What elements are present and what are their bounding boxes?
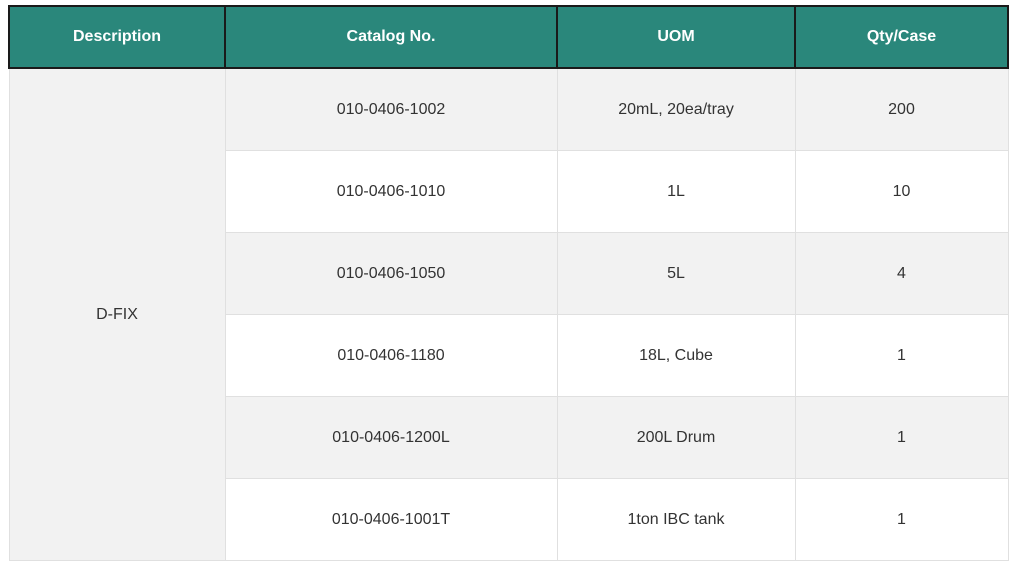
qty-cell: 1	[794, 478, 1009, 561]
table-row: D-FIX 010-0406-1002 20mL, 20ea/tray 200	[8, 68, 1009, 561]
uom-cell: 200L Drum	[556, 396, 796, 479]
catalog-cell: 010-0406-1050	[224, 232, 558, 315]
header-uom: UOM	[556, 5, 796, 69]
qty-cell: 10	[794, 150, 1009, 233]
description-cell: D-FIX	[8, 68, 226, 561]
header-qty-case: Qty/Case	[794, 5, 1009, 69]
uom-cell: 1L	[556, 150, 796, 233]
uom-cell: 1ton IBC tank	[556, 478, 796, 561]
product-table: Description Catalog No. UOM Qty/Case D-F…	[8, 5, 1009, 561]
qty-cell: 4	[794, 232, 1009, 315]
uom-cell: 5L	[556, 232, 796, 315]
uom-cell: 20mL, 20ea/tray	[556, 68, 796, 151]
table-header: Description Catalog No. UOM Qty/Case	[8, 5, 1009, 69]
catalog-cell: 010-0406-1001T	[224, 478, 558, 561]
header-catalog-no: Catalog No.	[224, 5, 558, 69]
header-description: Description	[8, 5, 226, 69]
catalog-cell: 010-0406-1002	[224, 68, 558, 151]
header-row: Description Catalog No. UOM Qty/Case	[8, 5, 1009, 69]
table-body: D-FIX 010-0406-1002 20mL, 20ea/tray 200 …	[8, 68, 1009, 561]
catalog-cell: 010-0406-1180	[224, 314, 558, 397]
qty-cell: 200	[794, 68, 1009, 151]
qty-cell: 1	[794, 314, 1009, 397]
uom-cell: 18L, Cube	[556, 314, 796, 397]
product-table-container: Description Catalog No. UOM Qty/Case D-F…	[8, 5, 1009, 561]
catalog-cell: 010-0406-1200L	[224, 396, 558, 479]
qty-cell: 1	[794, 396, 1009, 479]
catalog-cell: 010-0406-1010	[224, 150, 558, 233]
